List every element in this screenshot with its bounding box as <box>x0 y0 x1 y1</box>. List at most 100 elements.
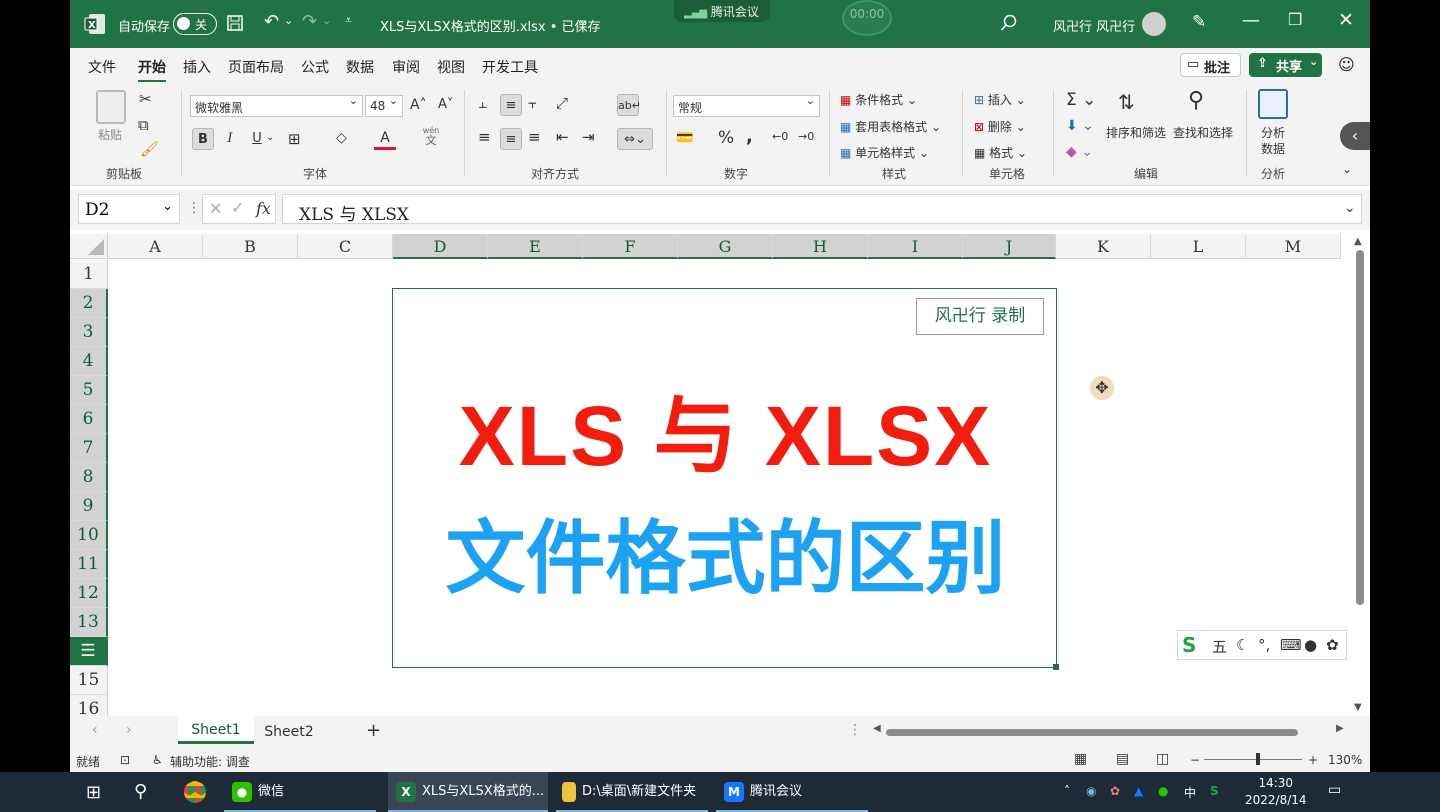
tab-view[interactable]: 视图 <box>437 57 465 77</box>
task-wechat[interactable]: ● 微信 <box>224 772 376 812</box>
zoom-slider[interactable] <box>1204 753 1302 765</box>
add-sheet-button[interactable]: + <box>366 720 381 741</box>
increase-decimal-icon[interactable]: ←0 <box>772 130 788 143</box>
find-select-button[interactable]: 查找和选择 <box>1173 124 1233 141</box>
row-header[interactable]: 2 <box>70 289 108 318</box>
font-name-select[interactable]: 微软雅黑 <box>190 94 363 117</box>
column-header[interactable]: J <box>963 234 1056 259</box>
redo-dropdown-icon[interactable]: ⌄ <box>322 14 331 27</box>
tray-flower-icon[interactable]: ✿ <box>1110 784 1120 798</box>
row-header-menu-icon[interactable]: ☰ <box>70 637 108 666</box>
user-name[interactable]: 风卍行 风卍行 <box>1053 16 1135 35</box>
skin-icon[interactable]: ✿ <box>1326 636 1339 654</box>
title-dropdown-icon[interactable]: ⌄ <box>578 13 588 27</box>
format-painter-icon[interactable]: 🖌 <box>140 140 159 158</box>
tray-sogou-icon[interactable]: S <box>1210 784 1219 798</box>
zoom-level[interactable]: 130% <box>1328 753 1362 767</box>
accessibility-status[interactable]: 辅助功能: 调查 <box>170 753 250 770</box>
horizontal-scrollbar[interactable] <box>886 729 1298 736</box>
fill-color-icon[interactable]: ◇ <box>336 130 347 146</box>
autosave-toggle[interactable]: 关 <box>173 13 217 35</box>
analyze-data-button-l2[interactable]: 数据 <box>1261 140 1285 157</box>
decrease-font-icon[interactable]: A˅ <box>438 97 453 112</box>
border-icon[interactable]: ⊞ <box>288 130 301 148</box>
paste-icon[interactable] <box>96 90 126 124</box>
orientation-icon[interactable]: ⤢ <box>556 94 568 112</box>
column-header[interactable]: E <box>488 234 583 259</box>
pinyin-button[interactable]: wén 文 <box>420 126 442 146</box>
row-header[interactable]: 9 <box>70 492 108 521</box>
comment-button[interactable]: ▭ 批注 <box>1180 53 1241 77</box>
tab-page-layout[interactable]: 页面布局 <box>228 57 284 77</box>
bold-button[interactable]: B <box>192 128 214 150</box>
row-header[interactable]: 5 <box>70 376 108 405</box>
next-sheet-icon[interactable]: › <box>126 722 132 738</box>
conditional-format-button[interactable]: ▦ 条件格式 ⌄ <box>840 91 917 108</box>
share-button[interactable]: ⇪ 共享 ⌄ <box>1249 53 1322 77</box>
notification-icon[interactable]: ▭ <box>1328 782 1341 798</box>
row-header[interactable]: 12 <box>70 579 108 608</box>
find-icon[interactable]: ⚲ <box>1188 88 1204 113</box>
format-cells-button[interactable]: ▦ 格式 ⌄ <box>974 144 1027 161</box>
column-header[interactable]: I <box>868 234 963 259</box>
align-center-icon[interactable]: ≡ <box>500 128 522 150</box>
punctuation-icon[interactable]: °, <box>1258 636 1270 654</box>
wrap-text-icon[interactable]: ab↵ <box>617 94 641 116</box>
prev-sheet-icon[interactable]: ‹ <box>92 722 98 738</box>
ime-toolbar[interactable]: S 五 ☾ °, ⌨ ● ✿ <box>1177 630 1347 660</box>
name-box-dropdown-icon[interactable]: ⌄ <box>162 199 173 214</box>
user-icon[interactable]: ● <box>1304 636 1317 654</box>
tray-meeting-icon[interactable]: ▲ <box>1134 784 1143 798</box>
fill-handle[interactable] <box>1053 664 1059 670</box>
share-dropdown-icon[interactable]: ⌄ <box>1309 55 1318 68</box>
search-taskbar-icon[interactable]: ⚲ <box>134 781 147 802</box>
row-header[interactable]: 6 <box>70 405 108 434</box>
column-header[interactable]: H <box>773 234 868 259</box>
insert-function-button[interactable]: fx <box>256 199 271 218</box>
more-icon[interactable]: ⋮ <box>187 200 201 216</box>
merge-center-icon[interactable]: ⇔⌄ <box>617 128 653 150</box>
analyze-data-button-l1[interactable]: 分析 <box>1261 124 1285 141</box>
redo-icon[interactable]: ↷ <box>302 11 317 32</box>
tab-split-icon[interactable]: ⋮ <box>848 722 862 738</box>
row-header[interactable]: 16 <box>70 695 108 716</box>
align-right-icon[interactable]: ≡ <box>528 128 541 146</box>
row-header[interactable]: 1 <box>70 260 108 289</box>
underline-button[interactable]: U <box>246 128 268 150</box>
customize-toolbar-icon[interactable]: ⩡ <box>345 13 352 28</box>
align-left-icon[interactable]: ≡ <box>478 128 491 146</box>
tab-developer[interactable]: 开发工具 <box>482 57 538 77</box>
column-header[interactable]: C <box>298 234 393 259</box>
scroll-left-icon[interactable]: ◀ <box>873 723 881 734</box>
cut-icon[interactable]: ✂ <box>139 90 152 108</box>
row-header[interactable]: 4 <box>70 347 108 376</box>
scroll-up-icon[interactable]: ▲ <box>1354 236 1362 247</box>
insert-cells-button[interactable]: ⊞ 插入 ⌄ <box>974 91 1026 108</box>
table-format-button[interactable]: ▦ 套用表格格式 ⌄ <box>840 118 941 135</box>
sheet-tab[interactable]: Sheet1 <box>178 716 254 744</box>
meeting-indicator[interactable]: ▂▄▆ 腾讯会议 <box>674 0 770 22</box>
number-format-select[interactable]: 常规 <box>673 94 820 117</box>
row-header[interactable]: 8 <box>70 463 108 492</box>
increase-indent-icon[interactable]: ⇥ <box>582 128 595 146</box>
align-middle-icon[interactable]: ≡ <box>500 94 522 116</box>
underline-dropdown-icon[interactable]: ⌄ <box>266 132 274 143</box>
expand-formula-icon[interactable]: ⌄ <box>1344 200 1356 216</box>
tab-formulas[interactable]: 公式 <box>301 57 329 77</box>
select-all-corner[interactable] <box>70 234 108 259</box>
sort-filter-button[interactable]: 排序和筛选 <box>1106 124 1166 141</box>
task-excel[interactable]: X XLS与XLSX格式的... <box>388 772 548 812</box>
tab-insert[interactable]: 插入 <box>183 57 211 77</box>
document-title[interactable]: XLS与XLSX格式的区别.xlsx • 已保存 <box>380 16 601 35</box>
comma-icon[interactable]: , <box>746 126 753 147</box>
feedback-icon[interactable]: ☺ <box>1338 55 1355 74</box>
ime-mode[interactable]: 五 <box>1212 636 1227 657</box>
formula-input[interactable]: XLS 与 XLSX <box>282 194 1362 225</box>
row-header[interactable]: 3 <box>70 318 108 347</box>
clock[interactable]: 14:30 2022/8/14 <box>1245 775 1307 809</box>
copy-icon[interactable]: ⧉ <box>138 116 149 134</box>
ime-indicator[interactable]: 中 <box>1184 784 1196 801</box>
italic-button[interactable]: I <box>219 128 241 150</box>
tab-home[interactable]: 开始 <box>138 57 166 83</box>
percent-icon[interactable]: % <box>718 128 734 148</box>
